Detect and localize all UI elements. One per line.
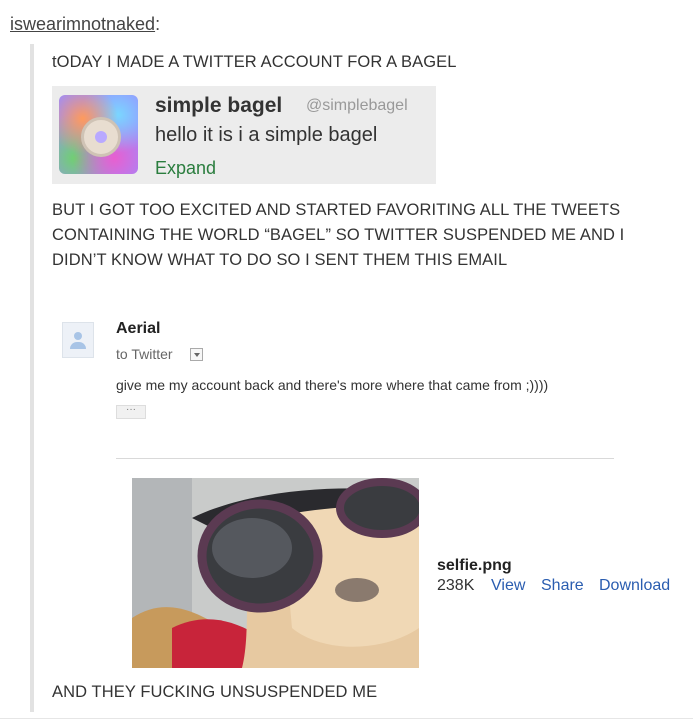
post-text-paragraph2: BUT I GOT TOO EXCITED AND STARTED FAVORI… (52, 201, 625, 269)
username-link[interactable]: iswearimnotnaked (10, 14, 155, 34)
attachment-download-link[interactable]: Download (599, 577, 670, 595)
person-icon-head (74, 332, 82, 340)
email-divider (116, 458, 614, 459)
email-recipient: to Twitter (116, 346, 173, 362)
attachment-thumbnail[interactable] (132, 478, 419, 668)
post-bottom-divider (0, 718, 693, 719)
post-text-line1: tODAY I MADE A TWITTER ACCOUNT FOR A BAG… (52, 53, 457, 71)
username-colon: : (155, 14, 161, 34)
attachment-size: 238K (437, 577, 475, 594)
bagel-icon (81, 117, 121, 157)
person-icon-body (70, 342, 86, 349)
post-text-paragraph3: AND THEY FUCKING UNSUSPENDED ME (52, 683, 378, 701)
chevron-down-icon[interactable] (190, 348, 203, 361)
tweet-author-handle[interactable]: @simplebagel (306, 97, 408, 115)
post-username-line: iswearimnotnaked: (10, 14, 160, 35)
tweet-author-name[interactable]: simple bagel (155, 94, 282, 118)
attachment-share-link[interactable]: Share (541, 577, 584, 595)
person-icon (62, 322, 94, 358)
selfie-image (132, 478, 419, 668)
show-trimmed-content-button[interactable]: ··· (116, 405, 146, 419)
tweet-expand-link[interactable]: Expand (155, 158, 216, 179)
embedded-tweet[interactable]: simple bagel @simplebagel hello it is i … (52, 86, 436, 184)
quote-bar (30, 44, 34, 712)
tweet-text: hello it is i a simple bagel (155, 124, 378, 146)
attachment-filename: selfie.png (437, 557, 512, 574)
attachment-view-link[interactable]: View (491, 577, 525, 595)
email-sender: Aerial (116, 320, 161, 337)
email-body: give me my account back and there's more… (116, 377, 549, 393)
tweet-avatar[interactable] (59, 95, 138, 174)
